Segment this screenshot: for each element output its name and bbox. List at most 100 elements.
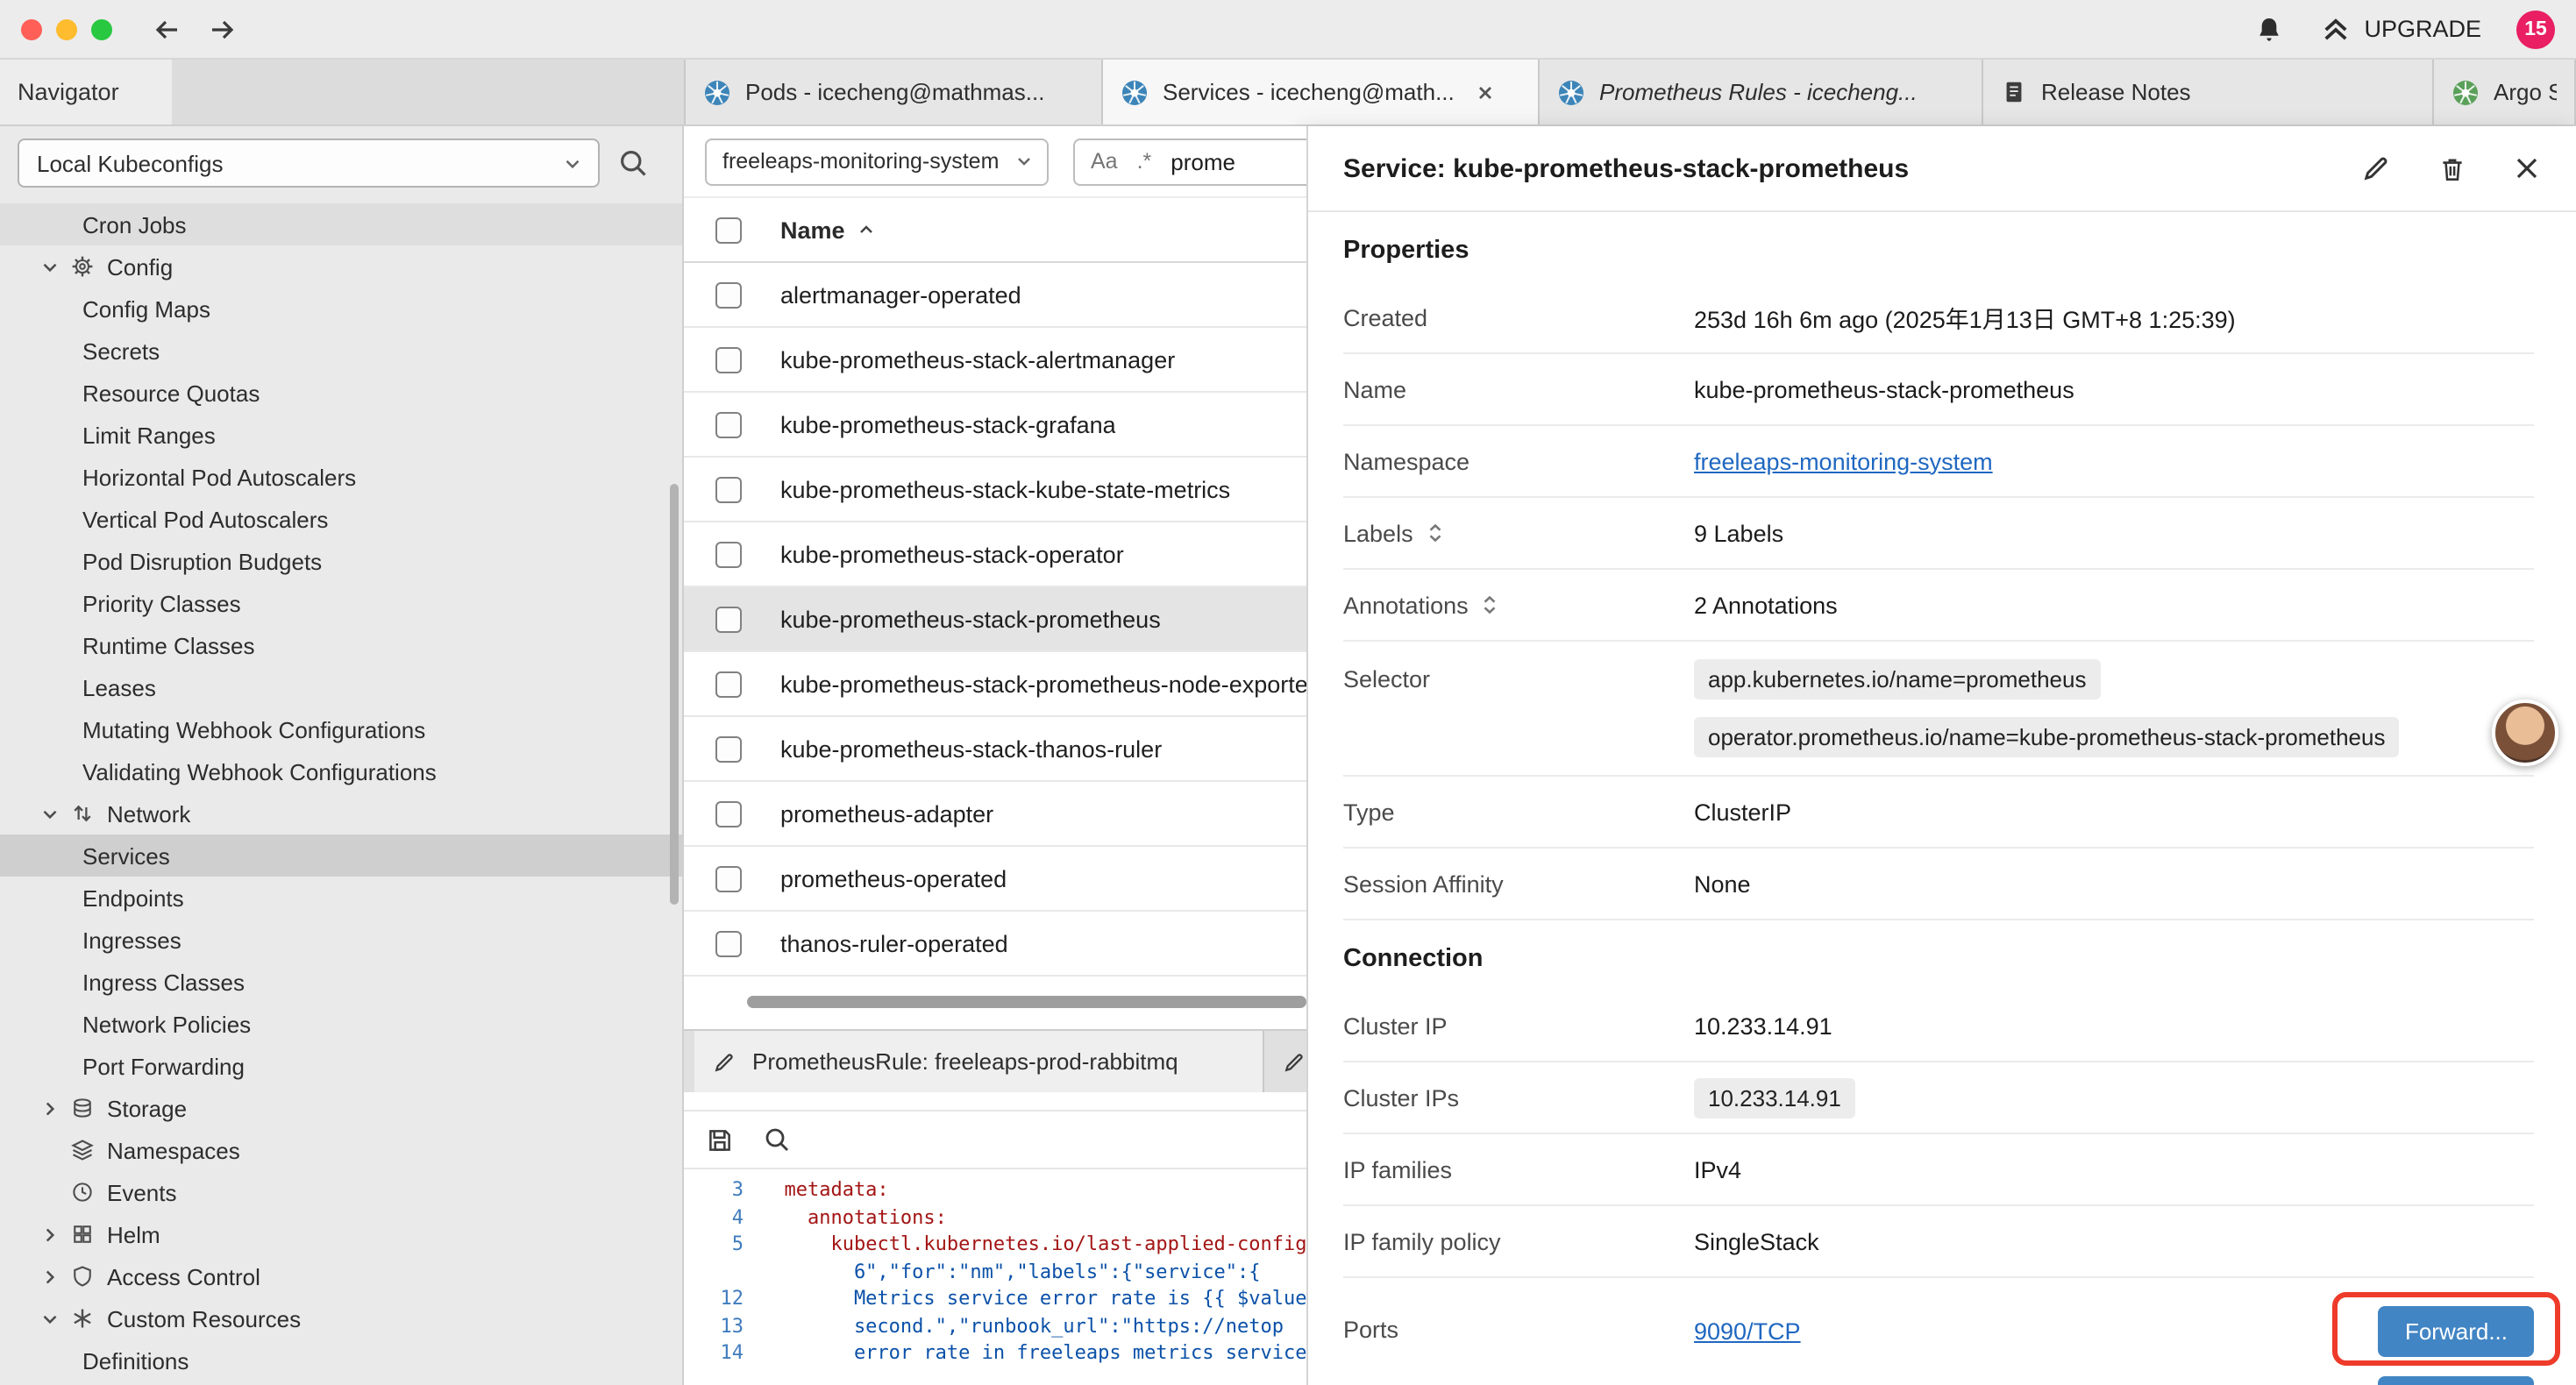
selector-badge: app.kubernetes.io/name=prometheus <box>1694 659 2100 700</box>
shield-icon <box>70 1264 107 1289</box>
window-controls <box>21 18 112 39</box>
close-panel-icon[interactable] <box>2513 154 2541 182</box>
regex-toggle[interactable]: .* <box>1137 149 1152 174</box>
sidebar-item[interactable]: Services <box>0 835 682 877</box>
sidebar-item[interactable]: Config Maps <box>0 288 682 330</box>
sidebar-item[interactable]: Limit Ranges <box>0 414 682 456</box>
navigator-tab[interactable]: Navigator <box>0 60 172 124</box>
expand-toggle-icon[interactable] <box>1426 521 1445 545</box>
sidebar-item[interactable]: Port Forwarding <box>0 1045 682 1087</box>
sidebar-item[interactable]: Validating Webhook Configurations <box>0 750 682 792</box>
sidebar-item[interactable]: Cron Jobs <box>0 203 682 245</box>
delete-trash-icon[interactable] <box>2437 153 2467 183</box>
sidebar-item[interactable]: Access Control <box>0 1255 682 1297</box>
sidebar-item[interactable]: Leases <box>0 666 682 708</box>
horizontal-scrollbar[interactable] <box>747 996 1306 1008</box>
table-row[interactable]: kube-prometheus-stack-operator <box>684 522 1306 587</box>
sidebar-item[interactable]: Endpoints <box>0 877 682 919</box>
row-checkbox[interactable] <box>715 606 742 632</box>
expand-toggle-icon[interactable] <box>1481 593 1500 617</box>
dock-tab-next[interactable] <box>1264 1031 1306 1092</box>
sidebar-item[interactable]: Namespaces <box>0 1129 682 1171</box>
namespace-filter-dropdown[interactable]: freeleaps-monitoring-system <box>705 138 1049 185</box>
chevron-down-icon <box>1014 151 1035 172</box>
tab-argo[interactable]: Argo S <box>2434 60 2576 124</box>
minimize-window-button[interactable] <box>56 18 77 39</box>
port-link-9090[interactable]: 9090/TCP <box>1694 1318 1801 1344</box>
sidebar-item[interactable]: Definitions <box>0 1339 682 1381</box>
close-tab-icon[interactable] <box>1476 82 1497 103</box>
notification-count-badge[interactable]: 15 <box>2516 10 2555 48</box>
sidebar-item[interactable]: Network <box>0 792 682 835</box>
services-table: alertmanager-operated kube-prometheus-st… <box>684 263 1306 977</box>
notifications-bell-icon[interactable] <box>2253 13 2285 45</box>
tab-pods[interactable]: Pods - icecheng@mathmas... <box>686 60 1103 124</box>
sidebar-item[interactable]: Vertical Pod Autoscalers <box>0 498 682 540</box>
row-checkbox[interactable] <box>715 735 742 762</box>
sidebar-item[interactable]: Ingresses <box>0 919 682 961</box>
sidebar-search-icon[interactable] <box>617 147 649 179</box>
sidebar-item[interactable]: Helm <box>0 1213 682 1255</box>
sidebar-item[interactable]: Network Policies <box>0 1003 682 1045</box>
maximize-window-button[interactable] <box>91 18 112 39</box>
forward-button[interactable]: Forward... <box>2379 1375 2534 1385</box>
row-checkbox[interactable] <box>715 411 742 437</box>
row-checkbox[interactable] <box>715 346 742 373</box>
close-window-button[interactable] <box>21 18 42 39</box>
service-detail-panel: Service: kube-prometheus-stack-prometheu… <box>1306 126 2576 1385</box>
table-row[interactable]: kube-prometheus-stack-prometheus-node-ex… <box>684 652 1306 717</box>
sidebar-item[interactable]: Events <box>0 1171 682 1213</box>
dock-tab-prometheusrule[interactable]: PrometheusRule: freeleaps-prod-rabbitmq <box>694 1031 1264 1092</box>
upgrade-button[interactable]: UPGRADE <box>2320 13 2481 45</box>
row-checkbox[interactable] <box>715 281 742 308</box>
edit-pencil-icon[interactable] <box>2360 153 2392 184</box>
tab-prometheus-rules[interactable]: Prometheus Rules - icecheng... <box>1540 60 1983 124</box>
row-checkbox[interactable] <box>715 800 742 827</box>
sidebar-item[interactable]: Config <box>0 245 682 288</box>
tab-services[interactable]: Services - icecheng@math... <box>1103 60 1540 124</box>
save-icon[interactable] <box>705 1125 735 1154</box>
match-case-toggle[interactable]: Aa <box>1091 149 1118 174</box>
sidebar-item[interactable]: Custom Resources <box>0 1297 682 1339</box>
sidebar-item[interactable]: Runtime Classes <box>0 624 682 666</box>
sidebar-item[interactable]: Secrets <box>0 330 682 372</box>
row-checkbox[interactable] <box>715 930 742 956</box>
row-checkbox[interactable] <box>715 541 742 567</box>
table-row[interactable]: thanos-ruler-operated <box>684 912 1306 977</box>
back-icon[interactable] <box>151 15 182 43</box>
sidebar-item[interactable]: Ingress Classes <box>0 961 682 1003</box>
table-row[interactable]: prometheus-operated <box>684 847 1306 912</box>
sidebar-item[interactable]: Pod Disruption Budgets <box>0 540 682 582</box>
code-line: 13 second.","runbook_url":"https://netop <box>684 1312 1306 1339</box>
sidebar-item[interactable]: Priority Classes <box>0 582 682 624</box>
table-row[interactable]: kube-prometheus-stack-grafana <box>684 393 1306 458</box>
table-row[interactable]: kube-prometheus-stack-thanos-ruler <box>684 717 1306 782</box>
name-column-header[interactable]: Name <box>780 217 877 243</box>
sidebar-scrollbar[interactable] <box>670 484 679 905</box>
table-row[interactable]: alertmanager-operated <box>684 263 1306 328</box>
row-checkbox[interactable] <box>715 476 742 502</box>
row-checkbox[interactable] <box>715 671 742 697</box>
table-row[interactable]: prometheus-adapter <box>684 782 1306 847</box>
editor-search-icon[interactable] <box>763 1126 791 1154</box>
tab-release-notes[interactable]: Release Notes <box>1983 60 2434 124</box>
table-row[interactable]: kube-prometheus-stack-kube-state-metrics <box>684 458 1306 522</box>
kubeconfig-selector-dropdown[interactable]: Local Kubeconfigs <box>18 138 600 188</box>
chevron-down-icon <box>561 152 584 174</box>
user-avatar[interactable] <box>2492 700 2558 766</box>
sidebar-item[interactable]: Mutating Webhook Configurations <box>0 708 682 750</box>
table-row[interactable]: kube-prometheus-stack-prometheus <box>684 587 1306 652</box>
property-row-ip-families: IP families IPv4 <box>1343 1134 2534 1206</box>
forward-button[interactable]: Forward... <box>2379 1305 2534 1356</box>
namespace-link[interactable]: freeleaps-monitoring-system <box>1694 448 1993 474</box>
row-checkbox[interactable] <box>715 865 742 891</box>
property-row-name: Name kube-prometheus-stack-prometheus <box>1343 354 2534 426</box>
table-row[interactable]: kube-prometheus-stack-alertmanager <box>684 328 1306 393</box>
select-all-checkbox[interactable] <box>715 217 742 243</box>
sidebar-item[interactable]: Storage <box>0 1087 682 1129</box>
sidebar-item[interactable]: Resource Quotas <box>0 372 682 414</box>
yaml-editor[interactable]: 3 metadata: 4 annotations: 5 kubectl.kub… <box>684 1169 1306 1385</box>
forward-icon[interactable] <box>207 15 238 43</box>
search-input[interactable]: Aa .* prome <box>1073 138 1306 185</box>
sidebar-item[interactable]: Horizontal Pod Autoscalers <box>0 456 682 498</box>
